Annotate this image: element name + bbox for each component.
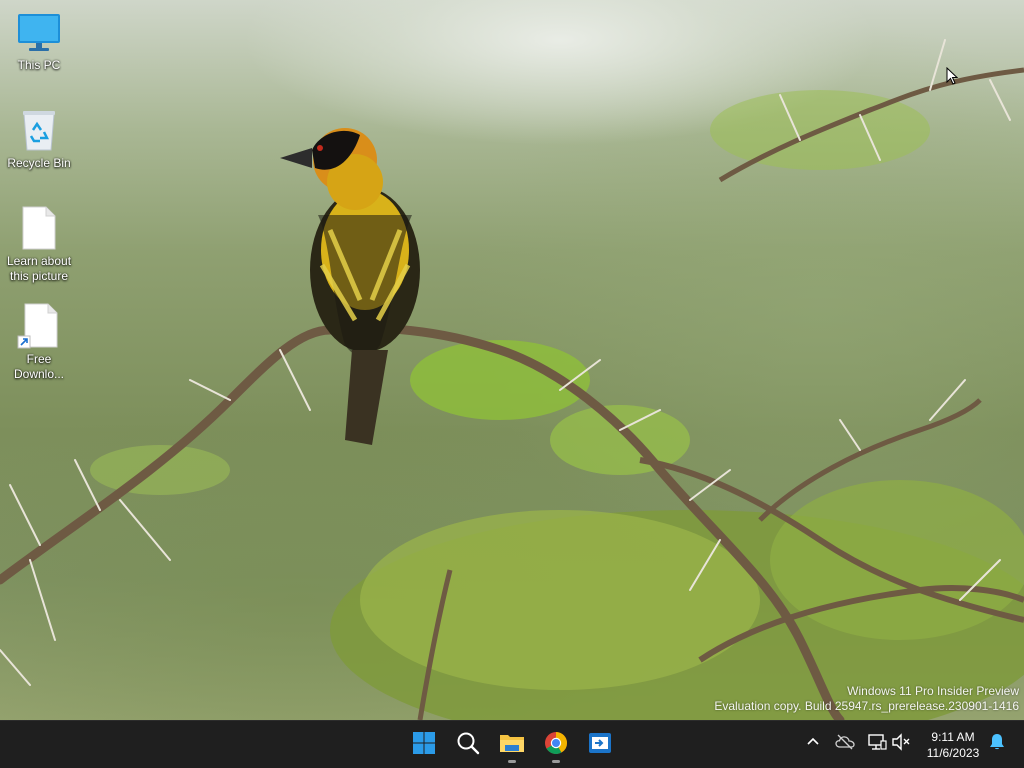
network-icon [867, 733, 887, 756]
evaluation-watermark: Windows 11 Pro Insider Preview Evaluatio… [714, 684, 1019, 714]
desktop-icon-recycle-bin[interactable]: Recycle Bin [4, 106, 74, 171]
remote-desktop-button[interactable] [580, 725, 620, 765]
document-icon [15, 204, 63, 252]
desktop-icon-label: Learn about this picture [6, 254, 72, 283]
recycle-bin-icon [15, 106, 63, 154]
desktop-icon-free-download[interactable]: Free Downlo... [4, 302, 74, 382]
desktop[interactable]: This PC Recycle Bin Learn about this pic… [0, 0, 1024, 720]
wallpaper-image [0, 39, 1024, 720]
notifications-button[interactable] [986, 733, 1008, 755]
desktop-icon-label: Recycle Bin [7, 156, 71, 170]
volume-button[interactable] [890, 732, 912, 756]
desktop-icon-this-pc[interactable]: This PC [4, 8, 74, 73]
bird [280, 128, 420, 445]
folder-icon [499, 732, 525, 759]
file-explorer-button[interactable] [492, 725, 532, 765]
speaker-muted-icon [891, 732, 911, 756]
start-button[interactable] [404, 725, 444, 765]
windows-start-icon [412, 731, 436, 760]
running-indicator [552, 760, 560, 763]
bell-icon [989, 733, 1005, 756]
clock-button[interactable]: 9:11 AM 11/6/2023 [918, 729, 988, 761]
watermark-edition: Windows 11 Pro Insider Preview [847, 684, 1019, 698]
clock-time: 9:11 AM [931, 730, 975, 744]
cloud-offline-icon [835, 734, 855, 755]
clock-date: 11/6/2023 [926, 746, 980, 760]
desktop-icon-label: Free Downlo... [13, 352, 65, 381]
network-button[interactable] [866, 733, 888, 755]
shortcut-document-icon [15, 302, 63, 350]
watermark-build: Evaluation copy. Build 25947.rs_prerelea… [714, 699, 1019, 713]
chevron-up-icon [806, 735, 820, 754]
desktop-icon-learn-about-picture[interactable]: Learn about this picture [4, 204, 74, 284]
show-hidden-icons-button[interactable] [802, 733, 824, 755]
chrome-icon [544, 731, 568, 760]
desktop-icon-label: This PC [17, 58, 61, 72]
chrome-button[interactable] [536, 725, 576, 765]
running-indicator [508, 760, 516, 763]
remote-desktop-icon [588, 731, 612, 760]
taskbar: 9:11 AM 11/6/2023 [0, 720, 1024, 768]
search-icon [456, 731, 480, 760]
monitor-icon [15, 8, 63, 56]
mouse-cursor-icon [946, 66, 959, 90]
search-button[interactable] [448, 725, 488, 765]
onedrive-button[interactable] [834, 733, 856, 755]
